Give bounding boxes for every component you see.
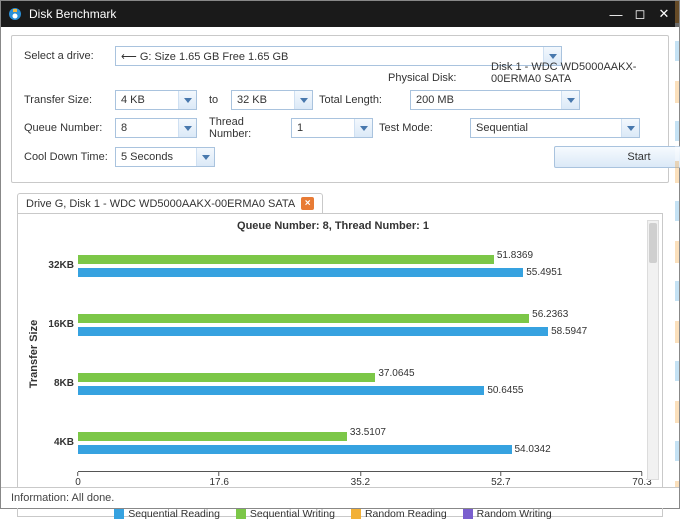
maximize-button[interactable]: ◻ [631, 5, 649, 23]
status-bar: Information: All done. [1, 487, 679, 508]
queue-number-value: 8 [121, 122, 127, 134]
bar-sequential-writing [78, 373, 375, 382]
window-controls: — ◻ ✕ [607, 5, 673, 23]
value-label: 37.0645 [378, 368, 414, 379]
physical-disk-value: Disk 1 - WDC WD5000AAKX-00ERMA0 SATA [491, 61, 666, 85]
cooldown-value: 5 Seconds [121, 151, 173, 163]
y-tick: 32KB [44, 260, 74, 271]
result-tab[interactable]: Drive G, Disk 1 - WDC WD5000AAKX-00ERMA0… [17, 193, 323, 213]
thread-number-value: 1 [297, 122, 303, 134]
bar-sequential-reading [78, 268, 523, 277]
y-tick: 8KB [44, 378, 74, 389]
y-axis-label: Transfer Size [28, 320, 40, 388]
y-axis-ticks: 32KB 16KB 8KB 4KB [44, 236, 78, 472]
legend-item: Random Writing [463, 508, 552, 520]
status-value: All done. [72, 492, 115, 504]
chevron-down-icon [561, 91, 579, 109]
legend-label: Random Reading [365, 508, 447, 520]
physical-disk-label: Physical Disk: [388, 72, 473, 84]
cooldown-label: Cool Down Time: [24, 151, 109, 163]
bar-sequential-reading [78, 327, 548, 336]
bar-sequential-reading [78, 445, 512, 454]
app-icon [7, 6, 23, 22]
start-button[interactable]: Start [554, 146, 680, 168]
bar-sequential-reading [78, 386, 484, 395]
value-label: 33.5107 [350, 427, 386, 438]
bar-sequential-writing [78, 314, 529, 323]
chevron-down-icon [178, 91, 196, 109]
chart-panel: Queue Number: 8, Thread Number: 1 Transf… [17, 213, 663, 517]
to-label: to [203, 94, 225, 106]
close-tab-icon[interactable]: × [301, 197, 314, 210]
total-length-label: Total Length: [319, 94, 404, 106]
plot-area: 51.8369 55.4951 56.2363 58.5947 37.0645 50.64… [78, 236, 642, 472]
legend-swatch [114, 509, 124, 519]
transfer-from-value: 4 KB [121, 94, 145, 106]
thread-number-select[interactable]: 1 [291, 118, 373, 138]
test-mode-select[interactable]: Sequential [470, 118, 640, 138]
total-length-select[interactable]: 200 MB [410, 90, 580, 110]
transfer-to-value: 32 KB [237, 94, 267, 106]
legend-label: Random Writing [477, 508, 552, 520]
x-tick: 52.7 [491, 472, 510, 488]
bar-sequential-writing [78, 432, 347, 441]
legend-label: Sequential Writing [250, 508, 335, 520]
legend-item: Sequential Reading [114, 508, 220, 520]
minimize-button[interactable]: — [607, 5, 625, 23]
decorative-strip [675, 1, 679, 508]
value-label: 56.2363 [532, 309, 568, 320]
tab-strip: Drive G, Disk 1 - WDC WD5000AAKX-00ERMA0… [11, 193, 669, 213]
legend: Sequential Reading Sequential Writing Rand… [24, 508, 642, 520]
value-label: 58.5947 [551, 326, 587, 337]
legend-item: Random Reading [351, 508, 447, 520]
queue-number-select[interactable]: 8 [115, 118, 197, 138]
x-tick: 0 [75, 472, 81, 488]
test-mode-label: Test Mode: [379, 122, 464, 134]
legend-swatch [351, 509, 361, 519]
x-tick: 17.6 [209, 472, 228, 488]
cooldown-select[interactable]: 5 Seconds [115, 147, 215, 167]
chevron-down-icon [354, 119, 372, 137]
status-label: Information: [11, 492, 69, 504]
thread-number-label: Thread Number: [203, 116, 285, 140]
tab-label: Drive G, Disk 1 - WDC WD5000AAKX-00ERMA0… [26, 198, 295, 210]
settings-panel: Select a drive: ⟵ G: Size 1.65 GB Free 1… [11, 35, 669, 183]
legend-swatch [463, 509, 473, 519]
close-button[interactable]: ✕ [655, 5, 673, 23]
chevron-down-icon [294, 91, 312, 109]
transfer-size-label: Transfer Size: [24, 94, 109, 106]
y-tick: 16KB [44, 319, 74, 330]
value-label: 54.0342 [515, 444, 551, 455]
test-mode-value: Sequential [476, 122, 528, 134]
x-tick: 35.2 [351, 472, 370, 488]
queue-number-label: Queue Number: [24, 122, 109, 134]
scrollbar-thumb[interactable] [649, 223, 657, 263]
value-label: 51.8369 [497, 250, 533, 261]
total-length-value: 200 MB [416, 94, 454, 106]
legend-item: Sequential Writing [236, 508, 335, 520]
titlebar: Disk Benchmark — ◻ ✕ [1, 1, 679, 27]
value-label: 50.6455 [487, 385, 523, 396]
chevron-down-icon [196, 148, 214, 166]
transfer-from-select[interactable]: 4 KB [115, 90, 197, 110]
chevron-down-icon [178, 119, 196, 137]
legend-swatch [236, 509, 246, 519]
transfer-to-select[interactable]: 32 KB [231, 90, 313, 110]
drive-value: ⟵ G: Size 1.65 GB Free 1.65 GB [121, 50, 288, 63]
legend-label: Sequential Reading [128, 508, 220, 520]
chevron-down-icon [621, 119, 639, 137]
y-tick: 4KB [44, 437, 74, 448]
chart-title: Queue Number: 8, Thread Number: 1 [24, 220, 642, 232]
bar-sequential-writing [78, 255, 494, 264]
drive-label: Select a drive: [24, 50, 109, 62]
vertical-scrollbar[interactable] [647, 220, 659, 480]
window-title: Disk Benchmark [29, 7, 607, 21]
value-label: 55.4951 [526, 267, 562, 278]
